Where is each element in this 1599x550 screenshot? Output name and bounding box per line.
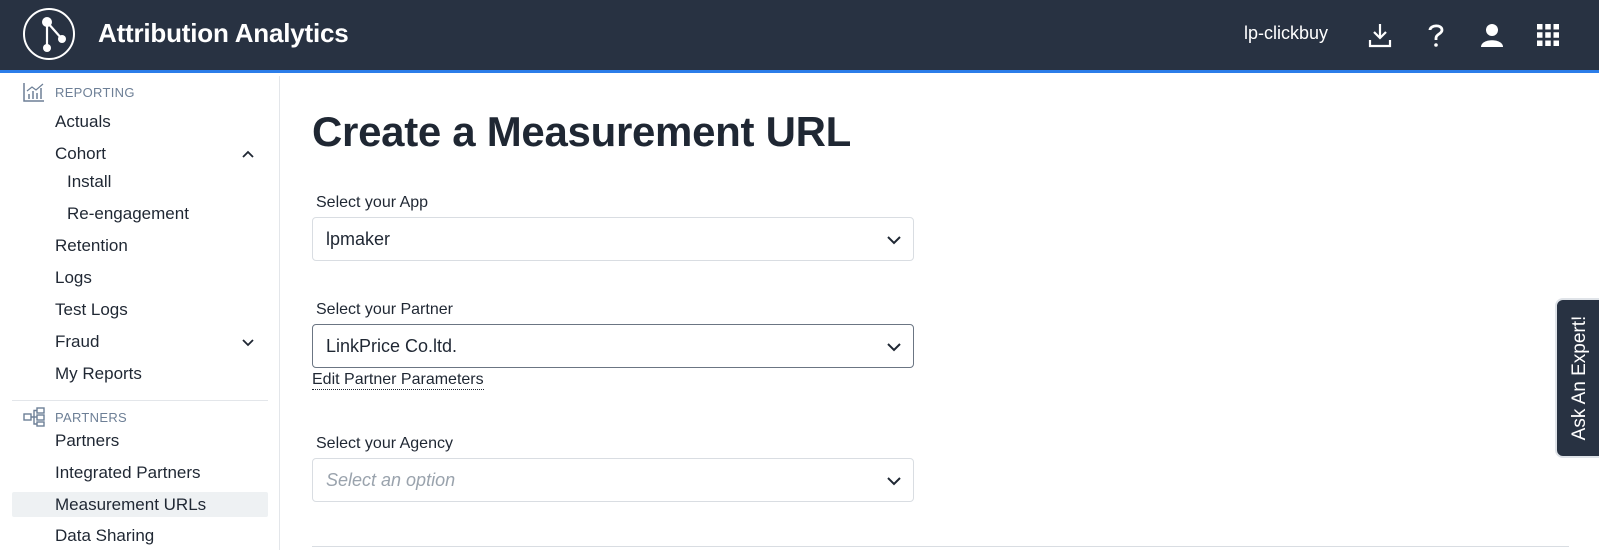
chevron-down-icon: [887, 343, 901, 352]
partner-select-value: LinkPrice Co.ltd.: [326, 336, 458, 356]
agency-select[interactable]: Select an option: [312, 458, 914, 502]
app-select[interactable]: lpmaker: [312, 217, 914, 261]
section-divider: [312, 546, 1569, 547]
sidebar-item-my-reports[interactable]: My Reports: [55, 364, 142, 384]
apps-grid-icon[interactable]: [1533, 20, 1563, 50]
agency-select-label: Select your Agency: [316, 435, 453, 452]
help-icon[interactable]: [1421, 20, 1451, 50]
sidebar: REPORTING Actuals Cohort Install Re-enga…: [0, 76, 280, 550]
sidebar-item-actuals[interactable]: Actuals: [55, 112, 111, 132]
partners-section-header: PARTNERS: [22, 405, 127, 429]
partners-network-icon: [22, 406, 46, 428]
main-content: Create a Measurement URL Select your App…: [281, 76, 1599, 550]
sidebar-item-data-sharing[interactable]: Data Sharing: [55, 526, 154, 546]
download-icon[interactable]: [1365, 20, 1395, 50]
sidebar-item-test-logs[interactable]: Test Logs: [55, 300, 128, 320]
ask-an-expert-label: Ask An Expert!: [1569, 315, 1590, 441]
partners-section-label: PARTNERS: [55, 409, 127, 425]
edit-partner-parameters-link[interactable]: Edit Partner Parameters: [312, 371, 484, 390]
account-switcher[interactable]: lp-clickbuy: [1244, 23, 1328, 44]
sidebar-item-logs[interactable]: Logs: [55, 268, 92, 288]
reporting-section-header: REPORTING: [22, 80, 135, 104]
page-title: Create a Measurement URL: [312, 108, 851, 155]
sidebar-item-reengagement[interactable]: Re-engagement: [67, 204, 189, 224]
user-icon[interactable]: [1477, 20, 1507, 50]
sidebar-item-cohort[interactable]: Cohort: [55, 144, 106, 164]
top-bar: Attribution Analytics lp-clickbuy: [0, 0, 1599, 73]
ask-an-expert-tab[interactable]: Ask An Expert!: [1555, 298, 1599, 458]
sidebar-item-measurement-urls[interactable]: Measurement URLs: [55, 495, 206, 515]
sidebar-divider: [12, 400, 268, 401]
chevron-down-icon: [887, 236, 901, 245]
sidebar-item-install[interactable]: Install: [67, 172, 111, 192]
chevron-up-icon[interactable]: [240, 146, 256, 162]
app-select-label: Select your App: [316, 194, 429, 211]
reporting-section-label: REPORTING: [55, 84, 135, 100]
sidebar-item-integrated-partners[interactable]: Integrated Partners: [55, 463, 201, 483]
sidebar-item-fraud[interactable]: Fraud: [55, 332, 99, 352]
partner-select-label: Select your Partner: [316, 301, 453, 318]
chevron-down-icon: [887, 477, 901, 486]
agency-select-placeholder: Select an option: [326, 470, 456, 490]
app-select-value: lpmaker: [326, 229, 391, 249]
partner-select[interactable]: LinkPrice Co.ltd.: [312, 324, 914, 368]
reporting-chart-icon: [22, 81, 46, 103]
app-title: Attribution Analytics: [98, 18, 349, 48]
sidebar-item-partners[interactable]: Partners: [55, 431, 119, 451]
logo-icon[interactable]: [23, 8, 75, 60]
chevron-down-icon[interactable]: [240, 334, 256, 350]
sidebar-item-retention[interactable]: Retention: [55, 236, 128, 256]
